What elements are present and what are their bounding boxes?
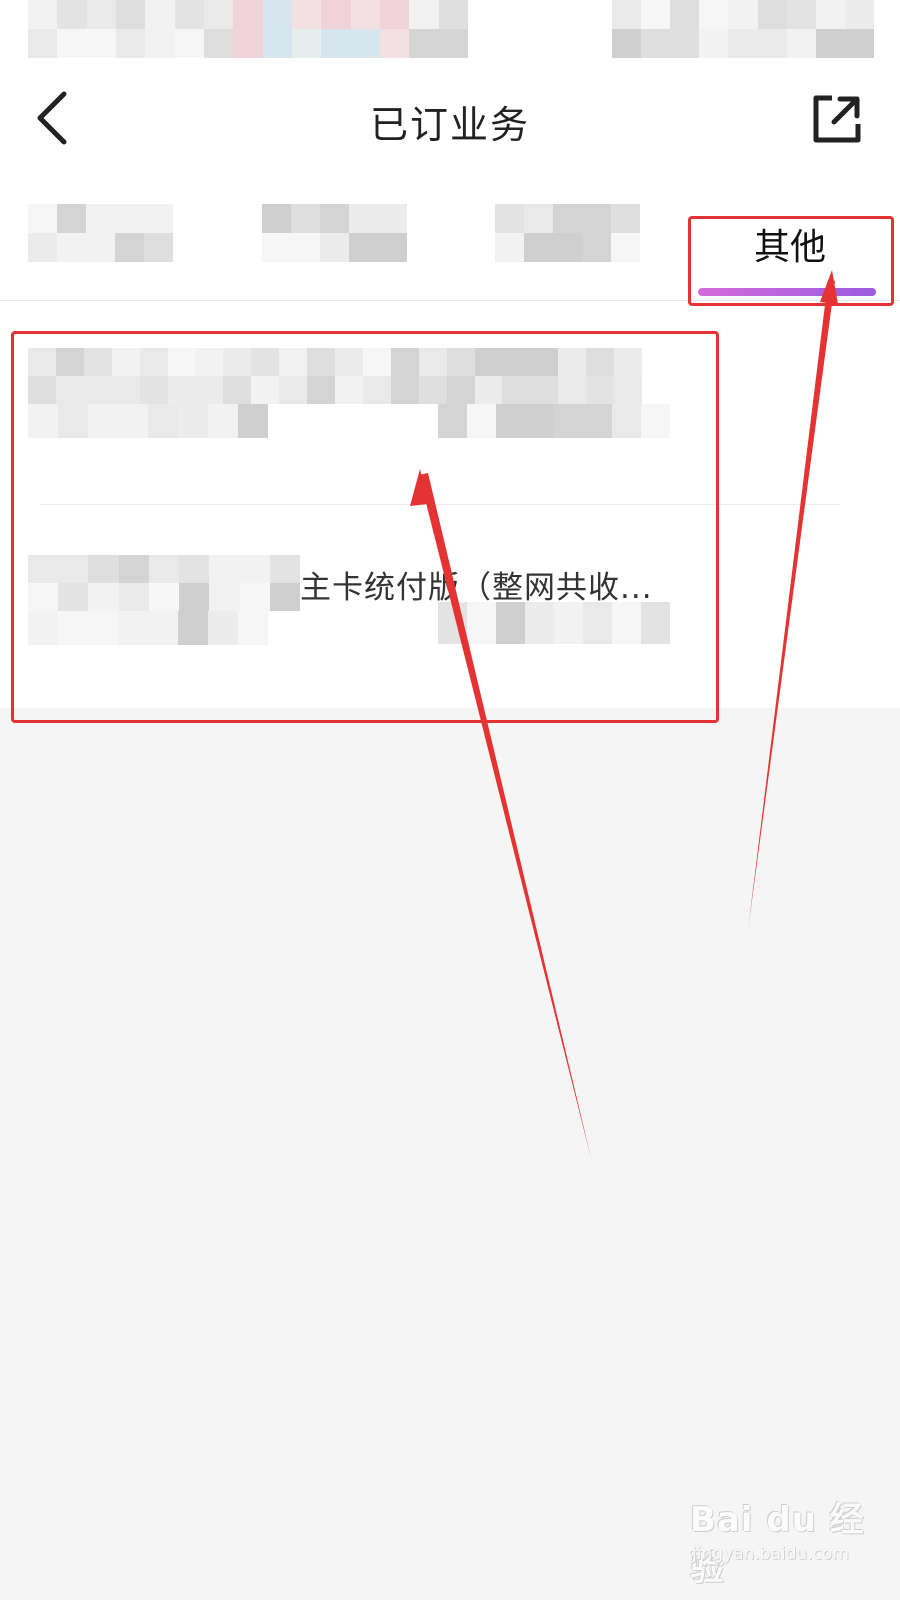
status-bar-blurred-left [28,0,468,58]
tab-blurred-2[interactable] [262,204,407,262]
annotation-box-tab [688,216,894,306]
status-bar-blurred-right [612,0,874,58]
watermark-url: jingyan.baidu.com [692,1544,849,1564]
watermark: Bai du 经验 jingyan.baidu.com [690,1492,880,1589]
page-title: 已订业务 [369,103,530,147]
watermark-brand: Bai du 经验 [690,1500,865,1589]
share-external-icon [813,95,861,143]
nav-header: 已订业务 [0,70,900,170]
tab-blurred-1[interactable] [28,204,173,262]
tab-blurred-3[interactable] [495,204,640,262]
annotation-box-list [11,331,719,723]
share-button[interactable] [808,90,866,148]
